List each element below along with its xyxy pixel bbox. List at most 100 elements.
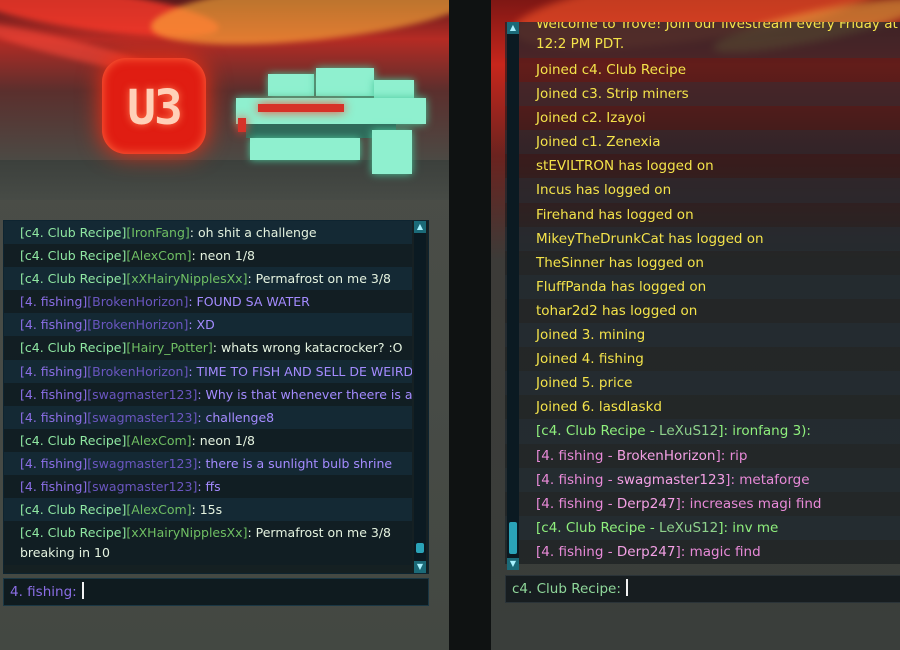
chat-username: [AlexCom] — [126, 502, 192, 518]
voxel-block — [250, 138, 360, 160]
chat-message: [4. fishing - Derp247]: increases magi f… — [505, 491, 900, 516]
scroll-thumb[interactable] — [416, 543, 424, 553]
chat-text: : TIME TO FISH AND SELL DE WEIRD EYES — [188, 363, 412, 379]
chat-message: Joined c2. Izayoi — [505, 106, 900, 131]
chat-messages-right: Welcome to Trove! Join our livestream ev… — [505, 22, 900, 570]
scroll-thumb[interactable] — [509, 522, 517, 554]
right-game-viewport: Welcome to Trove! Join our livestream ev… — [491, 0, 900, 650]
chat-message: [c4. Club Recipe - LeXuS12]: inv me — [505, 515, 900, 540]
neon-sign-text: U3 — [127, 80, 183, 136]
chat-message: [c4. Club Recipe][Hairy_Potter]: whats w… — [4, 336, 412, 360]
chat-text: : oh shit a challenge — [189, 225, 317, 240]
chat-message: [4. fishing][BrokenHorizon]: FOUND SA WA… — [4, 290, 412, 314]
chat-message: Joined 6. lasdlaskd — [505, 395, 900, 420]
chat-username: [BrokenHorizon] — [87, 294, 189, 310]
chat-username: [xXHairyNipplesXx] — [126, 271, 248, 287]
chat-text: ]: metaforge — [725, 471, 810, 488]
chat-text: : there is a sunlight bulb shrine — [197, 455, 393, 471]
chat-message: Incus has logged on — [505, 178, 900, 203]
chat-channel: [c4. Club Recipe] — [20, 502, 127, 518]
system-message: Joined 4. fishing — [536, 351, 644, 368]
chat-input-channel: c4. Club Recipe: — [512, 581, 621, 597]
left-game-viewport: U3 [c4. Club Recipe] [IronFang]: oh shit … — [0, 0, 449, 650]
chat-message: [c4. Club Recipe][xXHairyNipplesXx]: Per… — [4, 521, 412, 566]
chat-username: swagmaster123 — [616, 471, 726, 488]
system-message: Firehand has logged on — [536, 206, 694, 223]
chat-channel: [4. fishing] — [20, 479, 88, 495]
chat-message: Joined c3. Strip miners — [505, 82, 900, 107]
neon-u3-sign: U3 — [102, 58, 206, 154]
system-message: Joined 5. price — [536, 375, 633, 392]
voxel-block — [372, 130, 412, 174]
scroll-down-icon[interactable]: ▼ — [507, 558, 519, 570]
chat-scrollbar[interactable]: ▲ ▼ — [414, 221, 426, 573]
chat-message: Welcome to Trove! Join our livestream ev… — [505, 22, 900, 58]
split-divider — [449, 0, 491, 650]
system-message: Incus has logged on — [536, 182, 672, 199]
chat-messages: [c4. Club Recipe] [IronFang]: oh shit a c… — [4, 221, 412, 573]
chat-log-panel-right[interactable]: Welcome to Trove! Join our livestream ev… — [505, 22, 900, 570]
chat-channel: [c4. Club Recipe - — [536, 519, 660, 536]
chat-input-channel: 4. fishing: — [10, 584, 77, 600]
chat-input[interactable]: 4. fishing: — [3, 578, 429, 606]
chat-channel: [4. fishing] — [20, 294, 88, 310]
chat-message: [4. fishing - Derp247]: magic find — [505, 539, 900, 564]
chat-username: LeXuS12 — [659, 519, 719, 536]
system-message: Joined 6. lasdlaskd — [536, 399, 662, 416]
chat-log-panel[interactable]: [c4. Club Recipe] [IronFang]: oh shit a c… — [3, 220, 429, 574]
orange-light-beam — [147, 0, 449, 58]
chat-text: : challenge8 — [197, 409, 275, 425]
system-message: MikeyTheDrunkCat has logged on — [536, 230, 764, 247]
chat-channel: [4. fishing - — [536, 447, 617, 464]
chat-text: : XD — [188, 317, 215, 333]
chat-message: [4. fishing][BrokenHorizon]: XD — [4, 313, 412, 337]
chat-input-right[interactable]: c4. Club Recipe: — [505, 575, 900, 603]
chat-text: : whats wrong katacrocker? :O — [212, 340, 403, 356]
text-cursor — [625, 579, 628, 596]
scroll-down-icon[interactable]: ▼ — [414, 561, 426, 573]
chat-message: [4. fishing][swagmaster123]: Why is that… — [4, 382, 412, 406]
chat-channel: [4. fishing] — [20, 455, 88, 471]
chat-username: [Hairy_Potter] — [126, 340, 213, 356]
chat-channel: [4. fishing] — [20, 386, 88, 402]
scroll-up-icon[interactable]: ▲ — [507, 22, 519, 34]
chat-message: stEVILTRON has logged on — [505, 154, 900, 179]
text-cursor — [81, 582, 84, 599]
chat-channel: [c4. Club Recipe] — [20, 525, 127, 541]
chat-message: [4. fishing][swagmaster123]: challenge8 — [4, 405, 412, 429]
scroll-up-icon[interactable]: ▲ — [414, 221, 426, 233]
chat-username: LeXuS12 — [659, 423, 719, 440]
chat-text: ]: ironfang 3): — [718, 423, 811, 440]
chat-message: [c4. Club Recipe][AlexCom]: 15s — [4, 498, 412, 522]
chat-username: [xXHairyNipplesXx] — [126, 525, 248, 541]
chat-text: ]: inv me — [718, 519, 779, 536]
chat-username: [AlexCom] — [126, 432, 192, 448]
chat-username: BrokenHorizon — [616, 447, 716, 464]
chat-message: FluffPanda has logged on — [505, 274, 900, 299]
chat-text: ]: magic find — [675, 543, 761, 560]
chat-message: [c4. Club Recipe][xXHairyNipplesXx]: Per… — [4, 267, 412, 291]
chat-message: [4. fishing - swagmaster123]: metaforge — [505, 467, 900, 492]
voxel-block — [374, 80, 414, 98]
chat-channel: [4. fishing] — [20, 317, 88, 333]
chat-channel: [c4. Club Recipe] — [20, 432, 127, 448]
chat-message: [c4. Club Recipe][IronFang]: oh shit a c… — [4, 221, 412, 245]
chat-channel: [c4. Club Recipe] — [20, 340, 127, 356]
chat-text: : Permafrost on me 3/8 — [247, 271, 391, 287]
chat-username: [BrokenHorizon] — [87, 317, 189, 333]
chat-username: Derp247 — [616, 543, 676, 560]
chat-message: Joined 5. price — [505, 371, 900, 396]
chat-scrollbar-right[interactable]: ▲ ▼ — [507, 22, 519, 570]
chat-username: [IronFang] — [126, 225, 190, 240]
system-message: stEVILTRON has logged on — [536, 158, 714, 175]
chat-channel: [c4. Club Recipe] — [20, 248, 127, 264]
chat-text: : FOUND SA WATER — [188, 294, 310, 310]
chat-message: [4. fishing][swagmaster123]: there is a … — [4, 451, 412, 476]
chat-message: Joined 3. mining — [505, 323, 900, 348]
system-message: tohar2d2 has logged on — [536, 302, 698, 319]
chat-message: Joined 4. fishing — [505, 347, 900, 372]
system-message: Joined 3. mining — [536, 327, 646, 344]
chat-channel: [c4. Club Recipe] — [20, 271, 127, 287]
chat-channel: [4. fishing] — [20, 409, 88, 425]
system-message: TheSinner has logged on — [536, 254, 704, 271]
